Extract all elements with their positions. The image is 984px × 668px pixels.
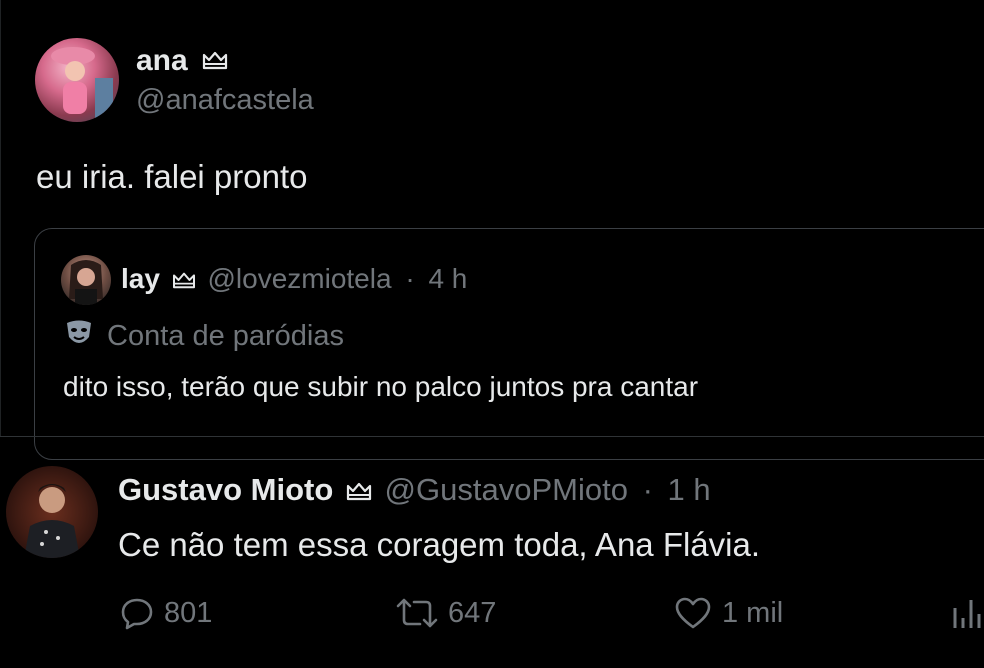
ana-handle[interactable]: @anafcastela [136,84,314,117]
repost-icon [396,596,438,630]
lay-avatar[interactable] [61,255,111,305]
lay-display-name[interactable]: lay [121,263,160,294]
reply-icon [120,596,154,630]
like-count: 1 mil [722,596,784,629]
lay-handle[interactable]: @lovezmiotela [208,263,392,294]
separator-dot: · [405,263,415,294]
parody-label-row: Conta de paródias [65,319,344,354]
views-button[interactable] [952,596,984,630]
gustavo-display-name[interactable]: Gustavo Mioto [118,472,333,507]
views-icon [952,596,984,630]
quoted-tweet-text: dito isso, terão que subir no palco junt… [63,371,699,402]
parody-mask-icon [65,319,93,354]
repost-count: 647 [448,596,497,629]
crown-badge-icon [172,265,196,297]
reply-button[interactable]: 801 [120,596,212,630]
lay-name-row: lay @lovezmiotela · 4 h [121,263,467,297]
reply-time[interactable]: 1 h [668,472,711,507]
gustavo-avatar[interactable] [6,466,98,558]
quoted-tweet-card[interactable]: lay @lovezmiotela · 4 h Conta de paródia… [34,228,984,460]
crown-badge-icon [202,45,228,79]
ana-name-row: ana [136,44,228,79]
reply-count: 801 [164,596,213,629]
ana-display-name[interactable]: ana [136,44,188,77]
ana-avatar[interactable] [35,38,119,122]
reply-tweet-text: Ce não tem essa coragem toda, Ana Flávia… [118,526,761,563]
like-button[interactable]: 1 mil [674,596,783,630]
gustavo-name-row: Gustavo Mioto @GustavoPMioto · 1 h [118,472,711,510]
crown-badge-icon [346,474,372,510]
like-icon [674,596,712,630]
gustavo-handle[interactable]: @GustavoPMioto [385,472,628,507]
main-tweet-text: eu iria. falei pronto [36,158,308,195]
repost-button[interactable]: 647 [396,596,496,630]
quoted-time[interactable]: 4 h [428,263,467,294]
separator-dot: · [642,472,653,507]
thread-left-border [0,0,1,436]
parody-label: Conta de paródias [107,320,344,352]
thread-divider [0,436,984,437]
